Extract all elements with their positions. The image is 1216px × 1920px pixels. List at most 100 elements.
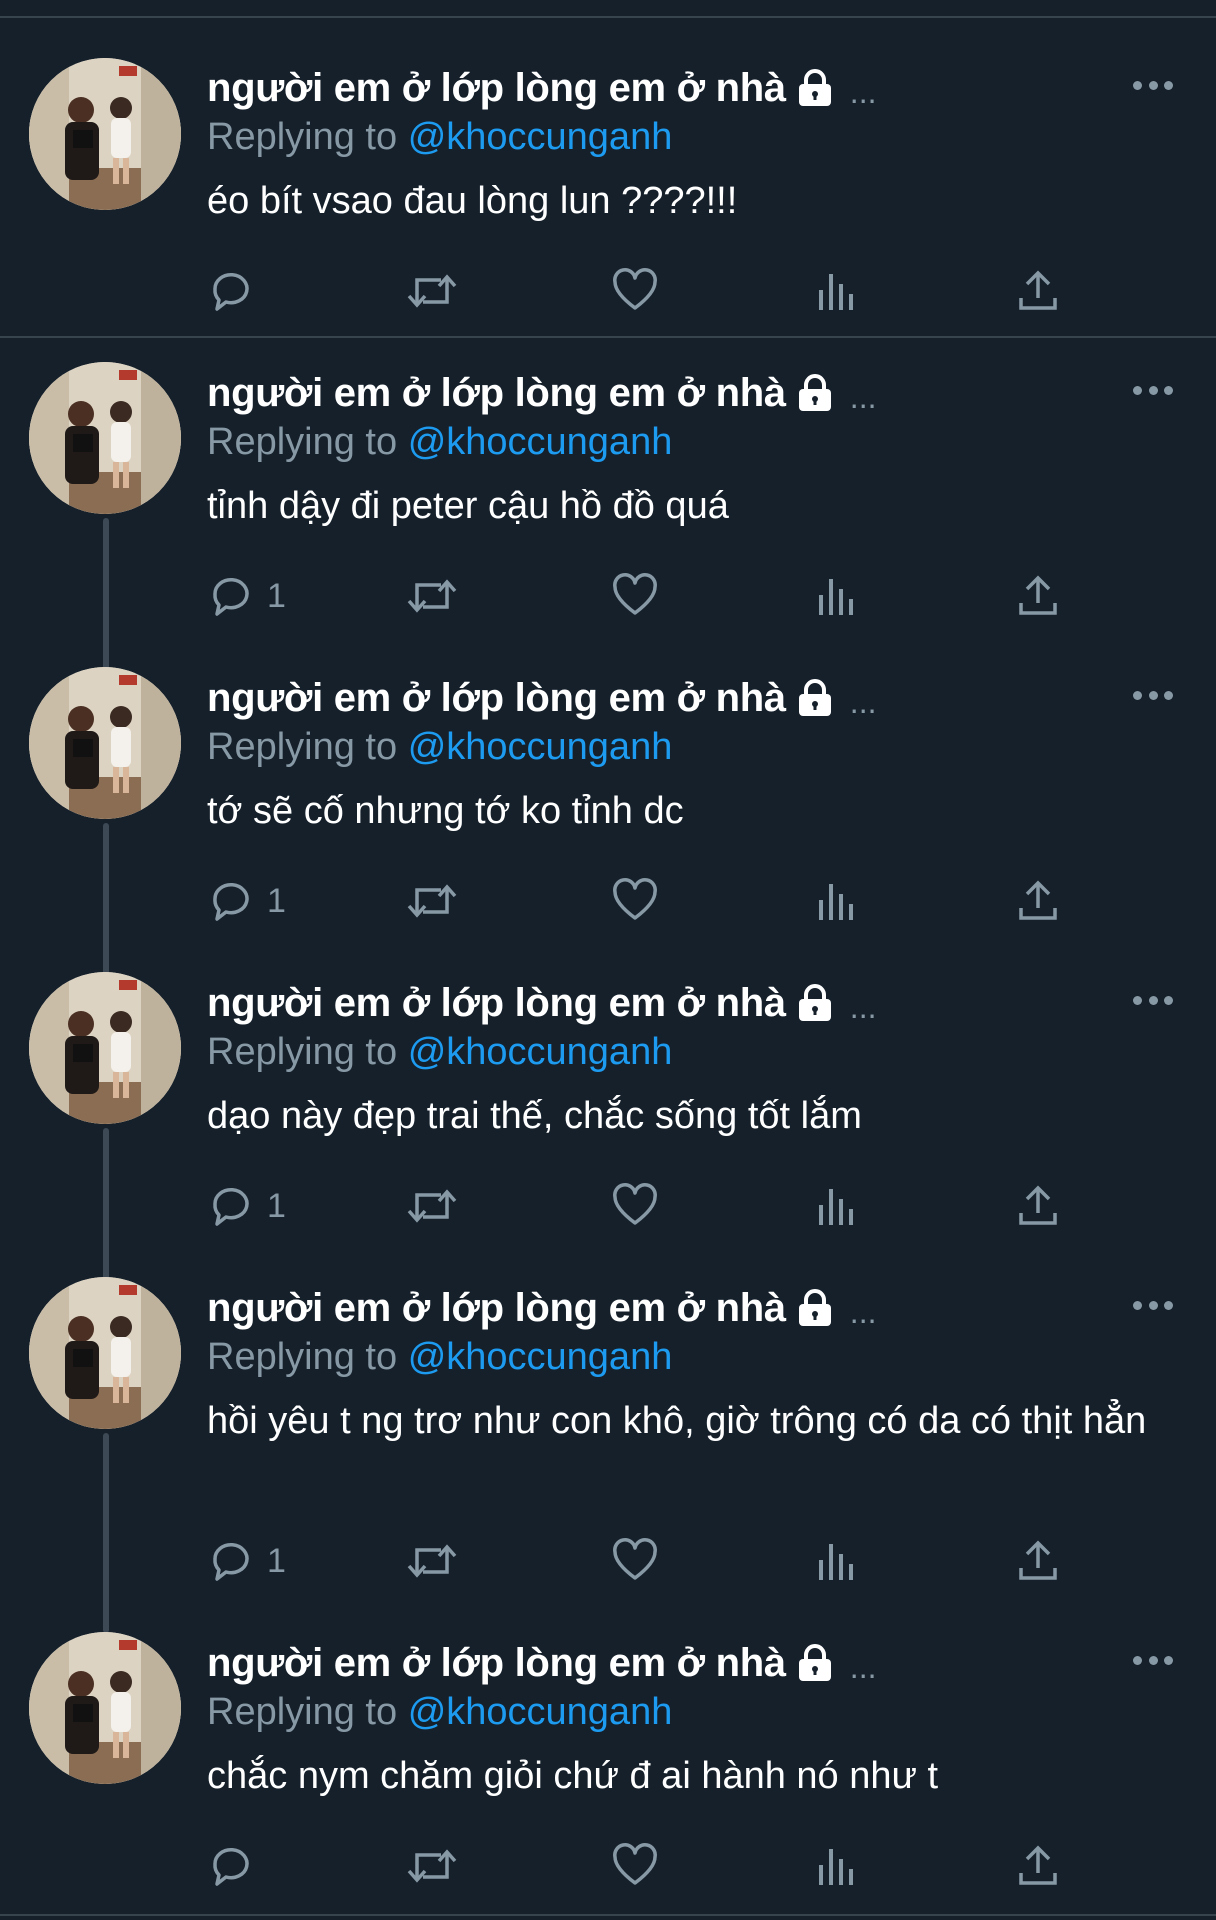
bottom-divider (0, 1914, 1216, 1916)
like-icon (613, 1538, 657, 1580)
retweet-icon (407, 274, 457, 308)
reply-icon (213, 1187, 249, 1226)
mention-link[interactable]: @khoccunganh (408, 1691, 673, 1733)
share-icon (1019, 1845, 1057, 1885)
share-icon (1019, 880, 1057, 920)
retweet-icon (407, 1544, 457, 1578)
action-bar: 1 (207, 571, 1087, 621)
lock-icon (796, 373, 834, 413)
replying-label: Replying to (207, 1031, 398, 1073)
display-name[interactable]: người em ở lớp lòng em ở nhà (207, 676, 786, 721)
tweet-text: éo bít vsao đau lòng lun ????!!! (207, 180, 738, 222)
views-button[interactable] (817, 1181, 857, 1231)
retweet-button[interactable] (405, 876, 459, 926)
retweet-button[interactable] (405, 266, 459, 316)
tweet-text: dạo này đẹp trai thế, chắc sống tốt lắm (207, 1095, 862, 1137)
avatar-photo (29, 972, 181, 1124)
mention-link[interactable]: @khoccunganh (408, 1031, 673, 1073)
more-options-icon[interactable] (1133, 1295, 1173, 1315)
tweet[interactable]: người em ở lớp lòng em ở nhà ... Replyin… (0, 18, 1216, 338)
mention-link[interactable]: @khoccunganh (408, 116, 673, 158)
tweet-header: người em ở lớp lòng em ở nhà ... (207, 673, 876, 723)
views-button[interactable] (817, 571, 857, 621)
tweet[interactable]: người em ở lớp lòng em ở nhà ... Replyin… (0, 1253, 1216, 1608)
avatar[interactable] (29, 972, 181, 1124)
reply-count: 1 (267, 1186, 286, 1225)
reply-icon (213, 577, 249, 616)
retweet-button[interactable] (405, 1536, 459, 1586)
reply-button[interactable] (207, 1841, 267, 1891)
replying-to: Replying to @khoccunganh (207, 421, 672, 464)
truncated-handle: ... (849, 378, 877, 415)
avatar-photo (29, 58, 181, 210)
share-button[interactable] (1017, 1181, 1059, 1231)
reply-button[interactable] (207, 266, 267, 316)
avatar-photo (29, 362, 181, 514)
more-options-icon[interactable] (1133, 685, 1173, 705)
more-options-icon[interactable] (1133, 380, 1173, 400)
tweet-text: tỉnh dậy đi peter cậu hồ đồ quá (207, 485, 729, 527)
replying-label: Replying to (207, 421, 398, 463)
share-button[interactable] (1017, 1536, 1059, 1586)
share-button[interactable] (1017, 1841, 1059, 1891)
reply-count: 1 (267, 576, 286, 615)
reply-icon (213, 272, 249, 311)
more-options-icon[interactable] (1133, 990, 1173, 1010)
mention-link[interactable]: @khoccunganh (408, 1336, 673, 1378)
tweet[interactable]: người em ở lớp lòng em ở nhà ... Replyin… (0, 338, 1216, 643)
reply-button[interactable]: 1 (207, 876, 286, 926)
like-button[interactable] (611, 266, 659, 316)
reply-button[interactable]: 1 (207, 1181, 286, 1231)
retweet-button[interactable] (405, 1841, 459, 1891)
retweet-icon (407, 1189, 457, 1223)
replying-to: Replying to @khoccunganh (207, 116, 672, 159)
tweet[interactable]: người em ở lớp lòng em ở nhà ... Replyin… (0, 643, 1216, 948)
display-name[interactable]: người em ở lớp lòng em ở nhà (207, 371, 786, 416)
avatar[interactable] (29, 667, 181, 819)
share-icon (1019, 270, 1057, 310)
share-button[interactable] (1017, 266, 1059, 316)
like-button[interactable] (611, 1841, 659, 1891)
reply-icon (213, 882, 249, 921)
avatar[interactable] (29, 362, 181, 514)
more-options-icon[interactable] (1133, 1650, 1173, 1670)
share-button[interactable] (1017, 571, 1059, 621)
tweet-text: tớ sẽ cố nhưng tớ ko tỉnh dc (207, 790, 684, 832)
display-name[interactable]: người em ở lớp lòng em ở nhà (207, 66, 786, 111)
reply-icon (213, 1542, 249, 1581)
mention-link[interactable]: @khoccunganh (408, 726, 673, 768)
display-name[interactable]: người em ở lớp lòng em ở nhà (207, 981, 786, 1026)
like-button[interactable] (611, 571, 659, 621)
truncated-handle: ... (849, 683, 877, 720)
avatar[interactable] (29, 58, 181, 210)
more-options-icon[interactable] (1133, 75, 1173, 95)
views-button[interactable] (817, 1841, 857, 1891)
retweet-button[interactable] (405, 1181, 459, 1231)
avatar[interactable] (29, 1632, 181, 1784)
lock-icon (796, 983, 834, 1023)
reply-button[interactable]: 1 (207, 1536, 286, 1586)
avatar-photo (29, 667, 181, 819)
retweet-button[interactable] (405, 571, 459, 621)
tweet[interactable]: người em ở lớp lòng em ở nhà ... Replyin… (0, 948, 1216, 1253)
truncated-handle: ... (849, 988, 877, 1025)
like-button[interactable] (611, 1181, 659, 1231)
replying-to: Replying to @khoccunganh (207, 1031, 672, 1074)
mention-link[interactable]: @khoccunganh (408, 421, 673, 463)
reply-button[interactable]: 1 (207, 571, 286, 621)
tweet-text: chắc nym chăm giỏi chứ đ ai hành nó như … (207, 1755, 939, 1797)
like-button[interactable] (611, 876, 659, 926)
views-button[interactable] (817, 1536, 857, 1586)
display-name[interactable]: người em ở lớp lòng em ở nhà (207, 1641, 786, 1686)
tweet[interactable]: người em ở lớp lòng em ở nhà ... Replyin… (0, 1608, 1216, 1913)
views-button[interactable] (817, 876, 857, 926)
views-button[interactable] (817, 266, 857, 316)
avatar[interactable] (29, 1277, 181, 1429)
replying-label: Replying to (207, 1336, 398, 1378)
display-name[interactable]: người em ở lớp lòng em ở nhà (207, 1286, 786, 1331)
action-bar: 1 (207, 1536, 1087, 1586)
avatar-photo (29, 1277, 181, 1429)
like-icon (613, 878, 657, 920)
share-button[interactable] (1017, 876, 1059, 926)
like-button[interactable] (611, 1536, 659, 1586)
